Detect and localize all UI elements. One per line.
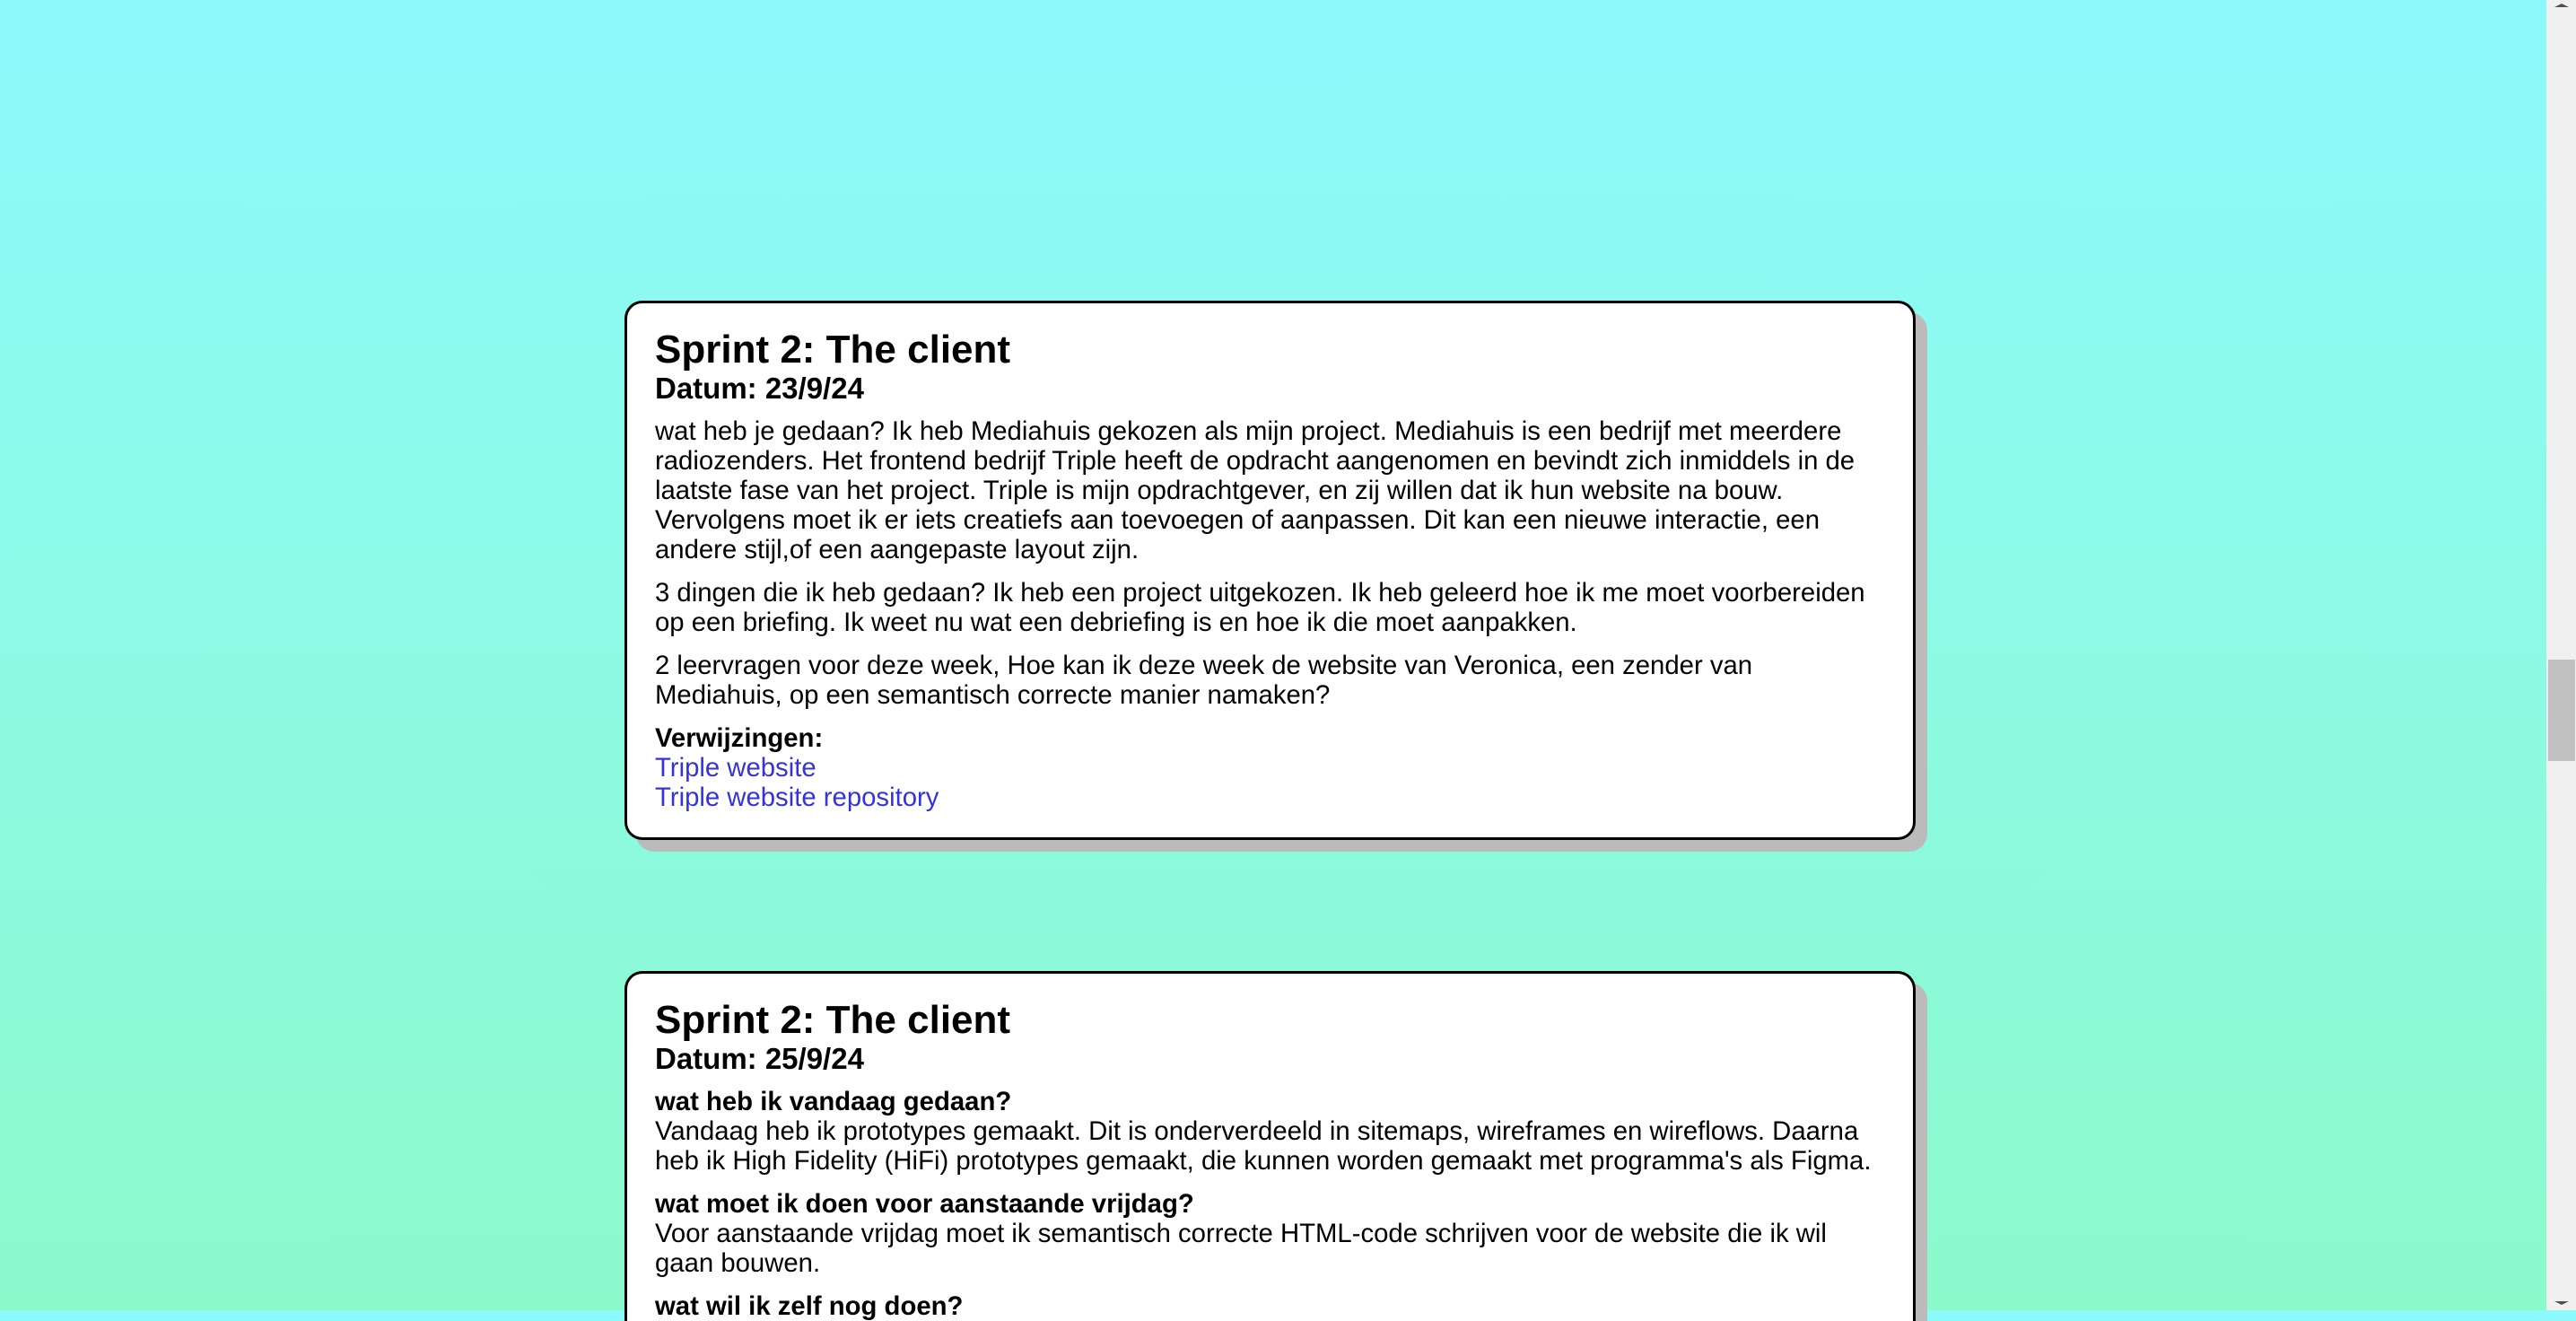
section-text: Vandaag heb ik prototypes gemaakt. Dit i… [655,1116,1872,1176]
entry-date: Datum: 23/9/24 [655,372,864,405]
entry-paragraph: wat heb je gedaan? Ik heb Mediahuis geko… [655,416,1856,564]
section-text: Voor aanstaande vrijdag moet ik semantis… [655,1219,1827,1278]
entry-paragraph: 2 leervragen voor deze week, Hoe kan ik … [655,651,1753,710]
entry-paragraph: 3 dingen die ik heb gedaan? Ik heb een p… [655,578,1865,637]
section-heading: wat heb ik vandaag gedaan? [655,1087,1012,1116]
references-label: Verwijzingen: [655,723,824,753]
entry-section: wat moet ik doen voor aanstaande vrijdag… [655,1189,1885,1278]
section-heading: wat moet ik doen voor aanstaande vrijdag… [655,1189,1194,1219]
section-heading: wat wil ik zelf nog doen? [655,1291,964,1321]
scroll-up-arrow-icon[interactable] [2554,4,2569,7]
entry-date: Datum: 25/9/24 [655,1042,864,1075]
entry-title: Sprint 2: The client [655,328,1011,372]
entry-section: wat wil ik zelf nog doen? [655,1291,1885,1321]
page: Sprint 2: The client Datum: 23/9/24 wat … [0,0,2546,1321]
scrollbar-thumb[interactable] [2548,660,2575,761]
triple-repository-link[interactable]: Triple website repository [655,783,1885,812]
entry-title: Sprint 2: The client [655,998,1011,1042]
journal-entry-card: Sprint 2: The client Datum: 23/9/24 wat … [624,301,1916,840]
scroll-down-arrow-icon[interactable] [2554,1301,2569,1305]
vertical-scrollbar[interactable] [2546,0,2576,1310]
triple-website-link[interactable]: Triple website [655,753,1885,783]
journal-entry-card: Sprint 2: The client Datum: 25/9/24 wat … [624,971,1916,1321]
entry-section: wat heb ik vandaag gedaan? Vandaag heb i… [655,1087,1885,1176]
